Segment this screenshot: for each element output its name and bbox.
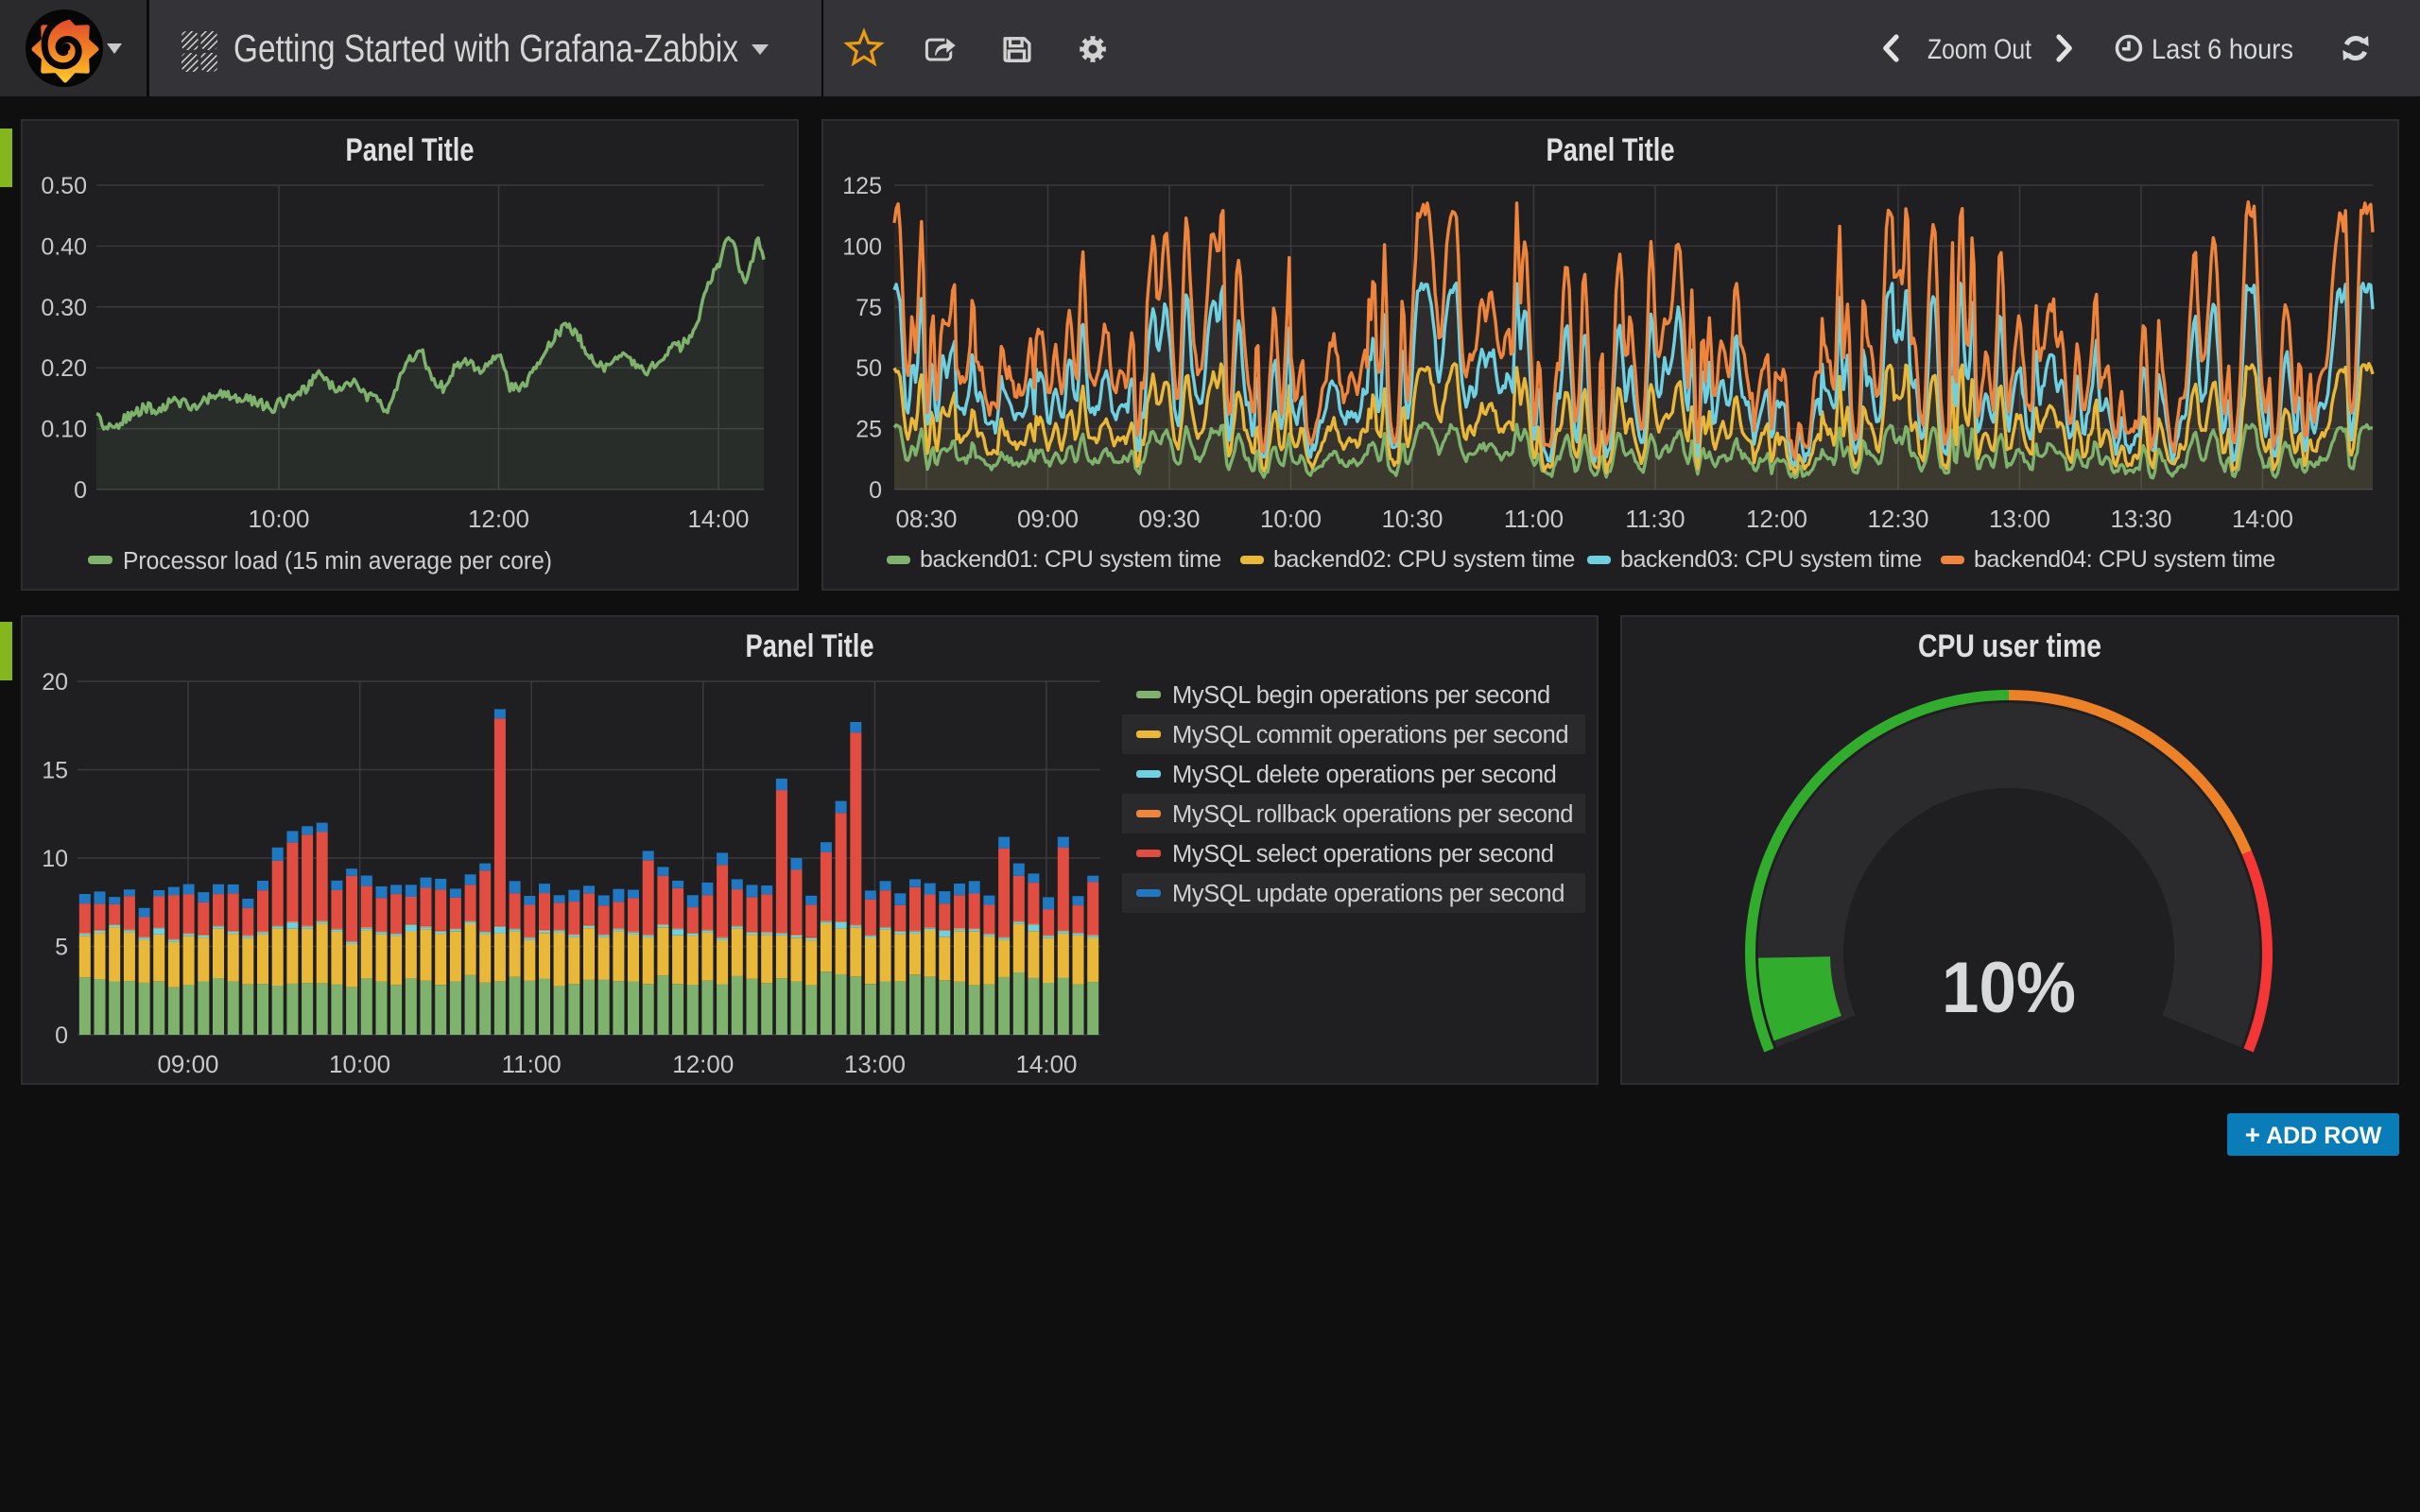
svg-text:14:00: 14:00 bbox=[687, 505, 749, 533]
svg-text:13:30: 13:30 bbox=[2110, 505, 2171, 533]
svg-text:Last 6 hours: Last 6 hours bbox=[2152, 34, 2293, 65]
svg-text:0.20: 0.20 bbox=[41, 355, 87, 382]
svg-text:25: 25 bbox=[856, 417, 882, 443]
svg-text:Panel Title: Panel Title bbox=[346, 132, 475, 168]
svg-text:10:30: 10:30 bbox=[1381, 505, 1443, 533]
svg-text:Panel Title: Panel Title bbox=[1547, 132, 1675, 168]
svg-text:Getting Started with Grafana-Z: Getting Started with Grafana-Zabbix bbox=[233, 26, 738, 70]
svg-text:50: 50 bbox=[856, 355, 882, 382]
svg-text:12:00: 12:00 bbox=[468, 505, 529, 533]
svg-text:13:00: 13:00 bbox=[844, 1050, 906, 1078]
svg-text:10: 10 bbox=[42, 846, 68, 872]
svg-text:CPU user time: CPU user time bbox=[1918, 628, 2101, 664]
svg-text:09:00: 09:00 bbox=[157, 1050, 218, 1078]
svg-text:14:00: 14:00 bbox=[1015, 1050, 1077, 1078]
svg-text:0: 0 bbox=[55, 1022, 68, 1049]
svg-text:0.50: 0.50 bbox=[41, 173, 87, 199]
svg-text:5: 5 bbox=[55, 935, 68, 961]
svg-text:0.10: 0.10 bbox=[41, 417, 87, 443]
svg-text:0: 0 bbox=[74, 477, 87, 504]
svg-text:MySQL commit operations per se: MySQL commit operations per second bbox=[1172, 722, 1568, 748]
svg-text:backend01: CPU system time: backend01: CPU system time bbox=[920, 546, 1221, 573]
svg-text:09:00: 09:00 bbox=[1017, 505, 1079, 533]
svg-text:11:30: 11:30 bbox=[1625, 505, 1685, 533]
svg-text:0: 0 bbox=[869, 477, 882, 504]
svg-text:MySQL rollback operations per: MySQL rollback operations per second bbox=[1172, 801, 1573, 828]
svg-text:09:30: 09:30 bbox=[1138, 505, 1200, 533]
svg-text:75: 75 bbox=[856, 295, 882, 321]
svg-text:10%: 10% bbox=[1942, 948, 2076, 1028]
svg-text:0.40: 0.40 bbox=[41, 233, 87, 260]
svg-text:backend03: CPU system time: backend03: CPU system time bbox=[1620, 546, 1922, 573]
svg-text:12:00: 12:00 bbox=[672, 1050, 734, 1078]
svg-text:12:00: 12:00 bbox=[1746, 505, 1807, 533]
svg-text:MySQL begin operations per sec: MySQL begin operations per second bbox=[1172, 682, 1550, 709]
svg-text:MySQL delete operations per se: MySQL delete operations per second bbox=[1172, 762, 1556, 788]
svg-text:10:00: 10:00 bbox=[329, 1050, 390, 1078]
svg-text:Processor load (15 min average: Processor load (15 min average per core) bbox=[123, 548, 552, 575]
svg-text:15: 15 bbox=[42, 758, 68, 784]
svg-text:100: 100 bbox=[842, 233, 882, 260]
svg-text:13:00: 13:00 bbox=[1989, 505, 2050, 533]
svg-text:11:00: 11:00 bbox=[502, 1050, 562, 1078]
svg-text:08:30: 08:30 bbox=[895, 505, 957, 533]
svg-text:11:00: 11:00 bbox=[1504, 505, 1564, 533]
svg-text:10:00: 10:00 bbox=[248, 505, 309, 533]
svg-text:14:00: 14:00 bbox=[2232, 505, 2293, 533]
svg-text:Panel Title: Panel Title bbox=[746, 628, 874, 664]
svg-text:MySQL update operations per se: MySQL update operations per second bbox=[1172, 881, 1564, 907]
svg-text:10:00: 10:00 bbox=[1260, 505, 1322, 533]
svg-text:20: 20 bbox=[42, 669, 68, 696]
svg-text:backend02: CPU system time: backend02: CPU system time bbox=[1273, 546, 1575, 573]
svg-text:backend04: CPU system time: backend04: CPU system time bbox=[1974, 546, 2275, 573]
svg-text:Zoom Out: Zoom Out bbox=[1927, 34, 2032, 65]
svg-text:0.30: 0.30 bbox=[41, 295, 87, 321]
svg-text:12:30: 12:30 bbox=[1867, 505, 1928, 533]
svg-text:MySQL select operations per se: MySQL select operations per second bbox=[1172, 841, 1554, 868]
svg-text:125: 125 bbox=[842, 173, 882, 199]
